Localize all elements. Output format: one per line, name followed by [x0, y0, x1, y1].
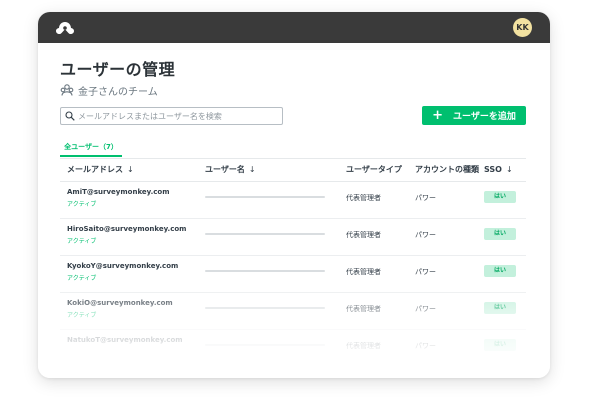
user-email[interactable]: KokiO@surveymonkey.com [67, 299, 173, 307]
column-header-sso[interactable]: SSO ↓ [484, 159, 513, 181]
user-type: 代表管理者 [346, 194, 381, 202]
sso-badge: はい [484, 265, 516, 277]
user-type: 代表管理者 [346, 342, 381, 350]
account-type: パワー [415, 342, 436, 350]
username-placeholder-bar [205, 233, 325, 235]
column-header-account-type: アカウントの種類 [415, 165, 479, 174]
page-title: ユーザーの管理 [60, 60, 176, 79]
plus-icon: + [432, 108, 444, 123]
table-row[interactable]: HiroSaito@surveymonkey.com アクティブ 代表管理者 パ… [60, 218, 526, 256]
table-row[interactable]: KokiO@surveymonkey.com アクティブ 代表管理者 パワー は… [60, 292, 526, 330]
user-management-card: KK ユーザーの管理 金子さんのチーム + ユーザーを追加 全ユーザー（7） メ… [38, 12, 550, 378]
account-type: パワー [415, 231, 436, 239]
table-row[interactable]: KyokoY@surveymonkey.com アクティブ 代表管理者 パワー … [60, 255, 526, 293]
user-status: アクティブ [67, 238, 97, 245]
team-icon [60, 84, 74, 96]
team-name: 金子さんのチーム [78, 86, 158, 98]
sso-badge: はい [484, 228, 516, 240]
sso-badge: はい [484, 191, 516, 203]
surveymonkey-logo-icon[interactable] [55, 19, 75, 35]
user-status: アクティブ [67, 201, 97, 208]
tab-all-users[interactable]: 全ユーザー（7） [60, 142, 122, 155]
table-row[interactable]: NatukoT@surveymonkey.com 代表管理者 パワー はい [60, 329, 526, 366]
sort-arrow-down-icon: ↓ [505, 165, 513, 174]
username-placeholder-bar [205, 344, 325, 346]
add-user-button[interactable]: + ユーザーを追加 [422, 106, 526, 125]
username-placeholder-bar [205, 196, 325, 198]
top-navigation-bar: KK [38, 12, 550, 43]
user-status: アクティブ [67, 275, 97, 282]
username-placeholder-bar [205, 270, 325, 272]
user-email[interactable]: KyokoY@surveymonkey.com [67, 262, 178, 270]
account-type: パワー [415, 268, 436, 276]
user-type: 代表管理者 [346, 231, 381, 239]
column-header-email[interactable]: メールアドレス ↓ [67, 159, 134, 181]
table-row[interactable]: AmiT@surveymonkey.com アクティブ 代表管理者 パワー はい [60, 181, 526, 219]
user-avatar[interactable]: KK [513, 18, 532, 37]
user-email[interactable]: HiroSaito@surveymonkey.com [67, 225, 186, 233]
account-type: パワー [415, 305, 436, 313]
column-header-user-type: ユーザータイプ [346, 165, 402, 174]
search-box[interactable] [60, 107, 283, 125]
sso-badge: はい [484, 339, 516, 351]
username-placeholder-bar [205, 307, 325, 309]
sort-arrow-down-icon: ↓ [248, 165, 256, 174]
add-user-button-label: ユーザーを追加 [453, 112, 516, 122]
user-email[interactable]: AmiT@surveymonkey.com [67, 188, 170, 196]
account-type: パワー [415, 194, 436, 202]
user-status: アクティブ [67, 312, 97, 319]
search-input[interactable] [78, 108, 278, 124]
sort-arrow-down-icon: ↓ [127, 165, 134, 174]
column-header-username[interactable]: ユーザー名 ↓ [205, 159, 256, 181]
search-icon [65, 111, 75, 121]
user-type: 代表管理者 [346, 305, 381, 313]
user-type: 代表管理者 [346, 268, 381, 276]
sso-badge: はい [484, 302, 516, 314]
user-email[interactable]: NatukoT@surveymonkey.com [67, 336, 183, 344]
team-label-row: 金子さんのチーム [60, 83, 158, 98]
active-tab-indicator [60, 155, 122, 157]
table-header: メールアドレス ↓ ユーザー名 ↓ ユーザータイプ アカウントの種類 SSO ↓ [60, 158, 526, 182]
